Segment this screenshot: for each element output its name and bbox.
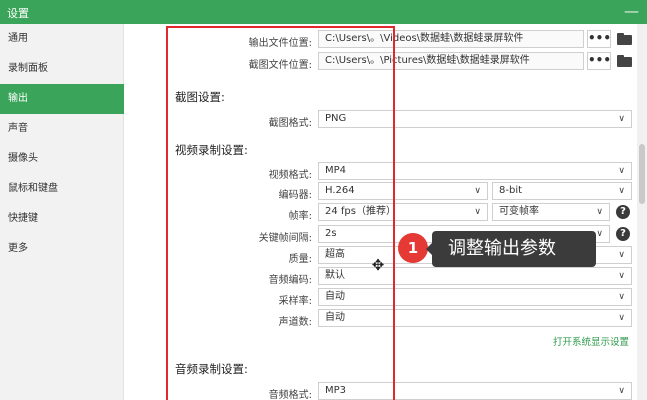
annotation-callout: 调整输出参数	[426, 231, 596, 267]
callout-pointer	[426, 243, 432, 255]
sidebar-item-camera[interactable]: 摄像头	[0, 144, 124, 174]
sidebar-item-general[interactable]: 通用	[0, 24, 124, 54]
sidebar-item-mouse-keyboard[interactable]: 鼠标和键盘	[0, 174, 124, 204]
chevron-down-icon: ∨	[474, 207, 481, 217]
bit-depth-value: 8-bit	[499, 185, 523, 196]
chevron-down-icon: ∨	[618, 186, 625, 196]
sidebar-item-hotkeys[interactable]: 快捷键	[0, 204, 124, 234]
output-folder-icon[interactable]	[617, 33, 633, 45]
annotation-text: 调整输出参数	[448, 238, 556, 259]
chevron-down-icon: ∨	[618, 166, 625, 176]
framerate-help-icon[interactable]: ?	[616, 205, 630, 219]
keyframe-help-icon[interactable]: ?	[616, 227, 630, 241]
output-path-browse-button[interactable]: •••	[587, 30, 611, 48]
sidebar-item-more[interactable]: 更多	[0, 234, 124, 264]
sidebar-item-output[interactable]: 输出	[0, 84, 124, 114]
chevron-down-icon: ∨	[618, 386, 625, 396]
move-cursor-icon: ✥	[371, 256, 385, 274]
title-bar: 设置 —	[0, 0, 647, 24]
screenshot-path-browse-button[interactable]: •••	[587, 52, 611, 70]
chevron-down-icon: ∨	[618, 271, 625, 281]
window-title: 设置	[7, 7, 29, 20]
sidebar-item-sound[interactable]: 声音	[0, 114, 124, 144]
screenshot-folder-icon[interactable]	[617, 55, 633, 67]
vertical-scrollbar[interactable]	[637, 24, 647, 400]
minimize-icon[interactable]: —	[624, 2, 639, 20]
chevron-down-icon: ∨	[618, 292, 625, 302]
framerate-mode-select[interactable]: 可变帧率 ∨	[492, 203, 610, 221]
chevron-down-icon: ∨	[618, 313, 625, 323]
bit-depth-select[interactable]: 8-bit ∨	[492, 182, 632, 200]
step-badge: 1	[398, 233, 428, 263]
highlight-box	[166, 26, 395, 400]
scrollbar-thumb[interactable]	[639, 144, 645, 204]
chevron-down-icon: ∨	[596, 207, 603, 217]
chevron-down-icon: ∨	[474, 186, 481, 196]
chevron-down-icon: ∨	[618, 250, 625, 260]
sidebar: 通用 录制面板 输出 声音 摄像头 鼠标和键盘 快捷键 更多	[0, 24, 124, 400]
open-display-settings-link[interactable]: 打开系统显示设置	[553, 334, 629, 348]
framerate-mode-value: 可变帧率	[499, 206, 539, 217]
chevron-down-icon: ∨	[596, 229, 603, 239]
chevron-down-icon: ∨	[618, 114, 625, 124]
sidebar-item-recording-panel[interactable]: 录制面板	[0, 54, 124, 84]
